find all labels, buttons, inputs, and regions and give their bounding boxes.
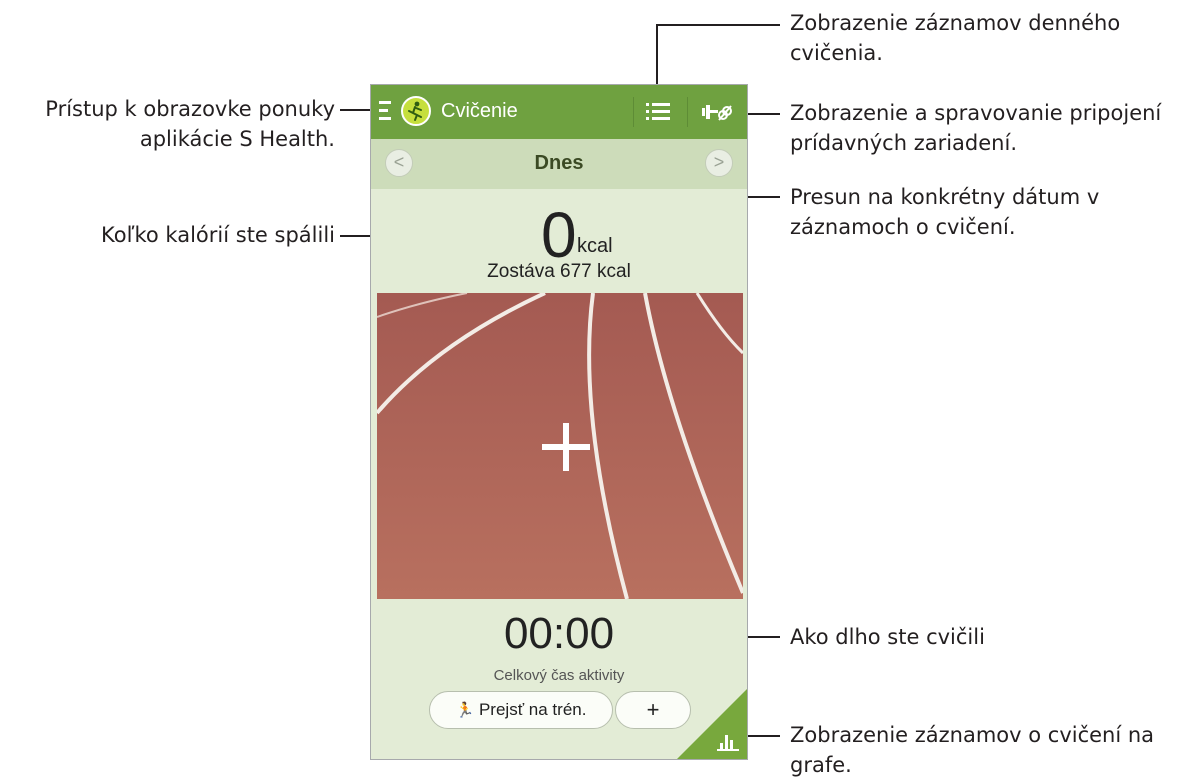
bar-graph-icon[interactable] [717, 733, 739, 751]
callout-date-line2: záznamoch o cvičení. [790, 215, 1016, 239]
leader-graph [744, 735, 780, 737]
running-track-image[interactable] [377, 293, 743, 599]
leader-daily-h [656, 24, 780, 26]
callout-daily-line2: cvičenia. [790, 41, 883, 65]
callout-date-line1: Presun na konkrétny dátum v [790, 185, 1100, 209]
action-bar: Cvičenie [371, 85, 747, 139]
callout-date: Presun na konkrétny dátum v záznamoch o … [790, 182, 1099, 242]
date-navigator: < Dnes > [371, 139, 747, 189]
callout-menu-line2: aplikácie S Health. [139, 127, 335, 151]
callout-devices-line1: Zobrazenie a spravovanie pripojení [790, 101, 1162, 125]
date-label[interactable]: Dnes [371, 152, 747, 175]
callout-duration: Ako dlho ste cvičili [790, 622, 985, 652]
plus-icon[interactable] [542, 423, 590, 471]
callout-calories: Koľko kalórií ste spálili [101, 220, 335, 250]
callout-daily-line1: Zobrazenie záznamov denného [790, 11, 1121, 35]
calories-value: 0 [541, 199, 577, 271]
callout-graph-line2: grafe. [790, 753, 852, 777]
callout-graph: Zobrazenie záznamov o cvičení na grafe. [790, 720, 1154, 780]
calories-remaining: Zostáva 677 kcal [487, 261, 631, 282]
exercise-logo-icon[interactable] [401, 96, 431, 126]
callout-graph-line1: Zobrazenie záznamov o cvičení na [790, 723, 1155, 747]
phone-screen: Cvičenie < Dnes > 0 kcal Zostáva 677 kca… [370, 84, 748, 760]
timer-value: 00:00 [503, 609, 615, 658]
go-to-trainer-button[interactable]: 🏃 Prejsť na trén. [429, 691, 613, 729]
list-icon[interactable] [646, 103, 670, 121]
callout-daily-records: Zobrazenie záznamov denného cvičenia. [790, 8, 1120, 68]
callout-menu: Prístup k obrazovke ponuky aplikácie S H… [45, 94, 335, 154]
callout-calories-line: Koľko kalórií ste spálili [101, 223, 335, 247]
callout-duration-line: Ako dlho ste cvičili [790, 625, 985, 649]
accessory-device-icon[interactable] [701, 99, 735, 125]
callout-devices: Zobrazenie a spravovanie pripojení prída… [790, 98, 1161, 158]
menu-icon[interactable] [379, 101, 391, 121]
next-date-button[interactable]: > [705, 149, 733, 177]
app-title: Cvičenie [441, 100, 518, 122]
divider [687, 97, 688, 127]
go-to-trainer-label: Prejsť na trén. [478, 700, 587, 719]
calories-unit: kcal [577, 235, 613, 257]
callout-devices-line2: prídavných zariadení. [790, 131, 1017, 155]
timer-label: Celkový čas aktivity [493, 667, 625, 684]
runner-icon: 🏃 [455, 702, 475, 719]
callout-menu-line1: Prístup k obrazovke ponuky [45, 97, 335, 121]
divider [633, 97, 634, 127]
